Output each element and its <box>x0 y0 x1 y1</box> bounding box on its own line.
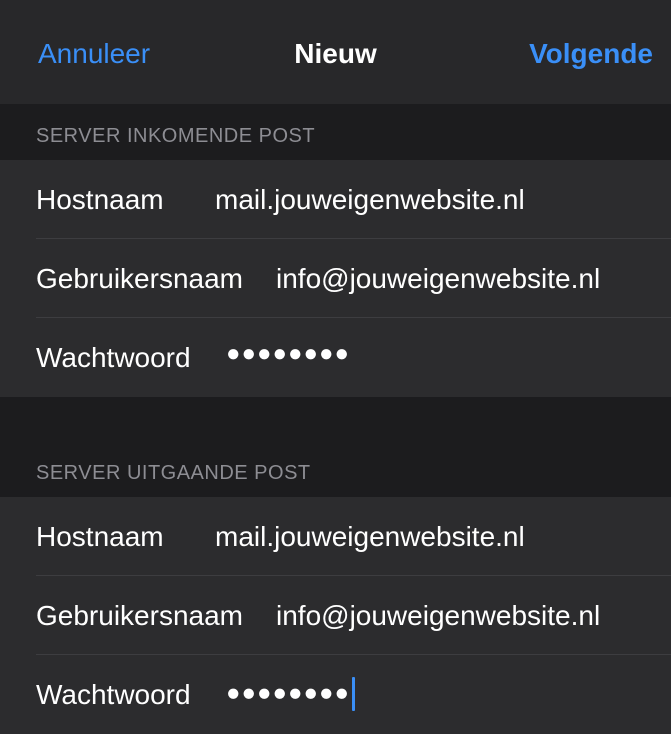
outgoing-username-field[interactable]: info@jouweigenwebsite.nl <box>276 600 600 632</box>
incoming-password-field[interactable]: ●●●●●●●● <box>226 340 350 368</box>
outgoing-password-dots: ●●●●●●●● <box>226 679 350 707</box>
incoming-username-row[interactable]: Gebruikersnaam info@jouweigenwebsite.nl <box>0 239 671 318</box>
next-button[interactable]: Volgende <box>529 38 653 70</box>
incoming-password-label: Wachtwoord <box>36 342 191 373</box>
outgoing-server-group: Hostnaam mail.jouweigenwebsite.nl Gebrui… <box>0 497 671 734</box>
outgoing-hostname-row[interactable]: Hostnaam mail.jouweigenwebsite.nl <box>0 497 671 576</box>
text-cursor <box>351 677 355 711</box>
incoming-server-group: Hostnaam mail.jouweigenwebsite.nl Gebrui… <box>0 160 671 397</box>
outgoing-password-field[interactable]: ●●●●●●●● <box>226 677 355 711</box>
outgoing-username-row[interactable]: Gebruikersnaam info@jouweigenwebsite.nl <box>0 576 671 655</box>
section-gap <box>0 397 671 455</box>
incoming-username-label: Gebruikersnaam <box>36 263 243 294</box>
incoming-server-section-header: SERVER INKOMENDE POST <box>0 104 671 160</box>
navigation-bar: Annuleer Nieuw Volgende <box>0 0 671 104</box>
incoming-hostname-row[interactable]: Hostnaam mail.jouweigenwebsite.nl <box>0 160 671 239</box>
incoming-password-row[interactable]: Wachtwoord ●●●●●●●● <box>0 318 671 397</box>
outgoing-hostname-label: Hostnaam <box>36 521 164 552</box>
incoming-username-field[interactable]: info@jouweigenwebsite.nl <box>276 263 600 295</box>
outgoing-username-label: Gebruikersnaam <box>36 600 243 631</box>
outgoing-server-header-label: SERVER UITGAANDE POST <box>36 462 311 484</box>
incoming-hostname-field[interactable]: mail.jouweigenwebsite.nl <box>215 184 525 216</box>
outgoing-password-row[interactable]: Wachtwoord ●●●●●●●● <box>0 655 671 734</box>
outgoing-hostname-field[interactable]: mail.jouweigenwebsite.nl <box>215 521 525 553</box>
incoming-hostname-label: Hostnaam <box>36 184 164 215</box>
outgoing-password-label: Wachtwoord <box>36 679 191 710</box>
outgoing-server-section-header: SERVER UITGAANDE POST <box>0 455 671 497</box>
incoming-server-header-label: SERVER INKOMENDE POST <box>36 125 316 147</box>
